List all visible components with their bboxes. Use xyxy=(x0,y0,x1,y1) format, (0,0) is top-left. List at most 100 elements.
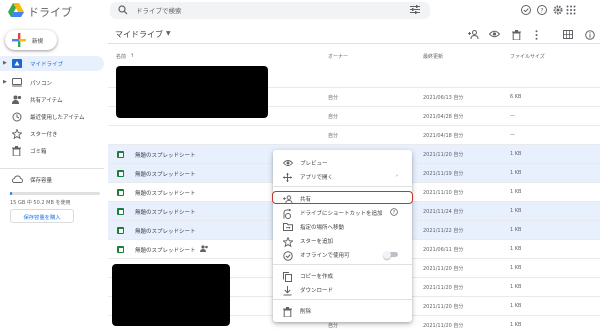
file-name: 無題のスプレッドシート xyxy=(135,210,196,216)
menu-item-download[interactable]: ダウンロード xyxy=(273,283,412,296)
menu-item-label: コピーを作成 xyxy=(300,274,334,280)
file-modified: 2021/04/18 自分 xyxy=(423,133,464,139)
sidebar-item-label: スター付き xyxy=(30,132,58,138)
apps-grid-icon[interactable] xyxy=(566,5,576,15)
menu-divider xyxy=(273,299,412,300)
menu-item-share[interactable]: 共有 xyxy=(272,191,413,204)
file-size: 1 KB xyxy=(510,303,522,309)
menu-item-make-copy[interactable]: コピーを作成 xyxy=(273,269,412,282)
expand-arrow-icon[interactable]: ▶ xyxy=(3,79,7,85)
gear-icon[interactable] xyxy=(552,4,564,16)
table-row[interactable]: 自分 2021/04/18 自分 — xyxy=(108,126,600,145)
redacted-area xyxy=(112,264,230,326)
file-modified: 2021/11/20 自分 xyxy=(423,304,464,310)
page-title[interactable]: マイドライブ xyxy=(115,29,163,40)
menu-item-preview[interactable]: プレビュー xyxy=(273,156,412,169)
file-modified: 2021/06/11 自分 xyxy=(423,247,464,253)
sidebar-item-recent[interactable]: 最近使用したアイテム xyxy=(0,109,104,124)
help-icon[interactable]: ? xyxy=(390,208,398,216)
expand-arrow-icon[interactable]: ▶ xyxy=(3,60,7,66)
sidebar-item-label: 保存容量 xyxy=(30,178,53,184)
menu-item-label: 削除 xyxy=(300,309,312,315)
column-header-name[interactable]: 名前 xyxy=(116,53,126,60)
sidebar-item-computers[interactable]: ▶ パソコン xyxy=(0,75,104,90)
download-icon xyxy=(283,285,292,295)
shortcut-icon xyxy=(283,208,291,219)
file-size: 1 KB xyxy=(510,151,522,157)
new-button[interactable]: 新規 xyxy=(5,30,57,50)
svg-text:?: ? xyxy=(540,7,543,14)
menu-item-label: オフラインで使用可 xyxy=(300,253,350,259)
file-size: 1 KB xyxy=(510,170,522,176)
help-icon[interactable]: ? xyxy=(536,4,548,16)
computer-icon xyxy=(12,78,22,87)
add-person-icon xyxy=(283,194,293,204)
column-header-owner[interactable]: オーナー xyxy=(328,53,348,60)
sidebar-item-starred[interactable]: スター付き xyxy=(0,126,104,141)
more-options-icon[interactable] xyxy=(535,30,538,40)
file-modified: 2021/11/20 自分 xyxy=(423,152,464,158)
sidebar-item-my-drive[interactable]: ▶ マイドライブ xyxy=(0,56,104,71)
menu-item-label: 共有 xyxy=(300,197,312,203)
buy-storage-button[interactable]: 保存容量を購入 xyxy=(10,209,74,223)
star-icon xyxy=(12,129,22,139)
buy-storage-label: 保存容量を購入 xyxy=(23,215,61,221)
redacted-area xyxy=(116,66,268,118)
context-menu: プレビュー アプリで開く › 共有 ドライブにショートカットを追加 ? 指定の場… xyxy=(272,150,413,322)
search-options-icon[interactable] xyxy=(410,5,420,14)
file-name: 無題のスプレッドシート xyxy=(135,172,196,178)
file-owner: 自分 xyxy=(328,133,339,139)
scrollbar[interactable] xyxy=(594,44,599,331)
menu-item-delete[interactable]: 削除 xyxy=(273,304,412,317)
sidebar-item-label: マイドライブ xyxy=(30,62,64,68)
menu-item-offline[interactable]: オフラインで使用可 xyxy=(273,248,412,261)
sidebar-item-trash[interactable]: ゴミ箱 xyxy=(0,143,104,158)
svg-text:?: ? xyxy=(393,210,396,216)
file-name: 無題のスプレッドシート xyxy=(135,248,196,254)
info-icon[interactable] xyxy=(585,30,595,40)
folder-move-icon xyxy=(283,222,293,231)
my-drive-icon xyxy=(12,59,22,68)
menu-item-open-with[interactable]: アプリで開く › xyxy=(273,170,412,183)
menu-item-add-shortcut[interactable]: ドライブにショートカットを追加 ? xyxy=(273,206,412,219)
file-size: — xyxy=(510,113,515,119)
menu-item-add-star[interactable]: スターを追加 xyxy=(273,234,412,247)
column-header-modified[interactable]: 最終更新 xyxy=(423,53,443,60)
spreadsheet-icon xyxy=(117,189,124,196)
file-modified: 2021/11/20 自分 xyxy=(423,285,464,291)
spreadsheet-icon xyxy=(117,208,124,215)
file-modified: 2021/11/22 自分 xyxy=(423,228,464,234)
sidebar-item-label: 共有アイテム xyxy=(30,98,63,104)
spreadsheet-icon xyxy=(117,151,124,158)
file-modified: 2021/11/19 自分 xyxy=(423,171,464,177)
offline-toggle[interactable] xyxy=(383,250,398,259)
app-header: ドライブ ドライブで検索 ? xyxy=(0,0,600,21)
offline-icon xyxy=(283,250,293,261)
menu-item-label: スターを追加 xyxy=(300,239,334,245)
sidebar-item-label: パソコン xyxy=(30,81,53,87)
file-owner: 自分 xyxy=(328,323,339,329)
sort-arrow-up-icon[interactable]: ↑ xyxy=(130,53,134,59)
move-icon xyxy=(283,172,292,182)
menu-item-label: 指定の場所へ移動 xyxy=(300,225,345,231)
file-size: — xyxy=(510,132,515,138)
chevron-down-icon[interactable]: ▼ xyxy=(166,30,171,37)
sidebar-item-storage[interactable]: 保存容量 xyxy=(0,172,104,187)
menu-divider xyxy=(273,264,412,265)
file-modified: 2021/04/28 自分 xyxy=(423,114,464,120)
share-add-person-icon[interactable] xyxy=(468,30,479,39)
sidebar-divider xyxy=(0,168,104,169)
offline-status-icon[interactable] xyxy=(520,4,532,16)
toolbar-divider xyxy=(108,43,600,44)
menu-item-label: ドライブにショートカットを追加 xyxy=(300,211,383,217)
column-header-size[interactable]: ファイルサイズ xyxy=(510,53,545,60)
file-size: 1 KB xyxy=(510,208,522,214)
plus-icon xyxy=(12,33,26,47)
preview-eye-icon[interactable] xyxy=(489,30,500,38)
menu-item-move-to[interactable]: 指定の場所へ移動 xyxy=(273,220,412,233)
grid-view-icon[interactable] xyxy=(563,30,573,39)
sidebar-item-shared[interactable]: 共有アイテム xyxy=(0,92,104,107)
spreadsheet-icon xyxy=(117,227,124,234)
search-icon[interactable] xyxy=(118,5,128,15)
trash-icon[interactable] xyxy=(512,30,521,40)
